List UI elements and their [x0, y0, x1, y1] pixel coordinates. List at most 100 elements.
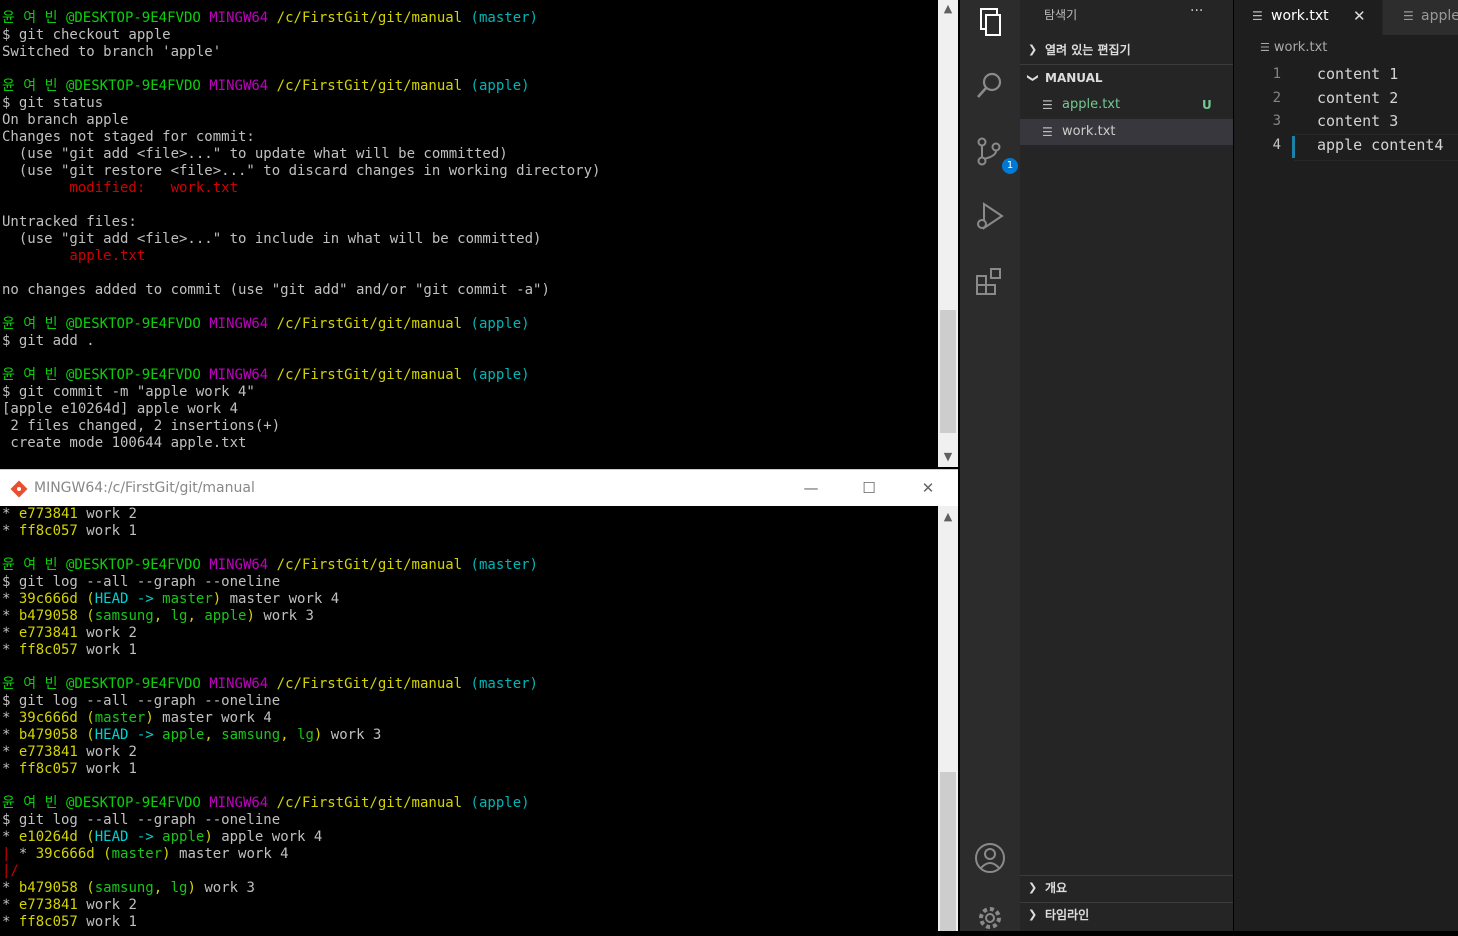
terminal-line: * e10264d (HEAD -> apple) apple work 4 [2, 829, 538, 846]
terminal-text: * [2, 710, 19, 726]
terminal-text: b479058 [18, 608, 78, 624]
extensions-icon[interactable] [972, 264, 1008, 300]
code-line: content 2 [1317, 88, 1399, 107]
terminal-line: | * 39c666d (master) master work 4 [2, 846, 538, 863]
minimize-button[interactable]: — [791, 476, 831, 500]
terminal-text: (master) [470, 676, 538, 692]
terminal-text: $ git status [2, 95, 104, 111]
scroll-up-icon[interactable]: ▲ [938, 508, 958, 525]
terminal-text: lg [297, 727, 314, 743]
terminal-text: * [2, 880, 19, 896]
terminal-line: 윤 여 빈 @DESKTOP-9E4FVDO MINGW64 /c/FirstG… [2, 367, 600, 384]
terminal-text: MINGW64 [209, 795, 277, 811]
terminal-text: @DESKTOP-9E4FVDO [65, 10, 210, 26]
explorer-icon[interactable] [972, 4, 1008, 40]
terminal-text: ff8c057 [18, 761, 78, 777]
open-editors-section[interactable]: ❯ 열려 있는 편집기 [1020, 38, 1233, 62]
chevron-right-icon: ❯ [1028, 881, 1038, 894]
top-terminal[interactable]: 윤 여 빈 @DESKTOP-9E4FVDO MINGW64 /c/FirstG… [0, 0, 938, 467]
terminal-text: * [2, 727, 19, 743]
file-item-apple[interactable]: ☰ apple.txt U [1020, 92, 1233, 118]
terminal-text: , [153, 608, 171, 624]
terminal-text: 윤 여 빈 [2, 78, 66, 94]
tab-apple-txt[interactable]: ☰ apple [1383, 0, 1458, 35]
file-lines-icon: ☰ [1403, 9, 1414, 23]
line-number: 2 [1272, 89, 1281, 106]
file-item-work[interactable]: ☰ work.txt [1020, 119, 1233, 145]
outline-section[interactable]: ❯ 개요 [1020, 876, 1233, 900]
manual-folder-section[interactable]: ❯ MANUAL [1020, 66, 1233, 90]
terminal-text: master [111, 846, 163, 862]
terminal-text: MINGW64 [209, 10, 277, 26]
terminal-text: ( [77, 880, 95, 896]
scm-badge: 1 [1002, 158, 1018, 174]
terminal-line: * b479058 (samsung, lg, apple) work 3 [2, 608, 538, 625]
terminal-text: work 3 [195, 880, 255, 896]
terminal-text: (use "git restore <file>..." to discard … [2, 163, 601, 179]
terminal-text: e773841 [18, 744, 78, 760]
close-button[interactable]: ✕ [908, 476, 948, 500]
terminal-text: (apple) [470, 78, 530, 94]
terminal-text: HEAD -> [94, 727, 163, 743]
terminal-text: * [2, 829, 19, 845]
terminal-line: * ff8c057 work 1 [2, 642, 538, 659]
terminal-text: 윤 여 빈 [2, 795, 66, 811]
terminal-text: @DESKTOP-9E4FVDO [65, 795, 210, 811]
editor-area: ☰ work.txt ✕ ☰ apple ☰ work.txt 1234 cont… [1234, 0, 1458, 931]
terminal-line: no changes added to commit (use "git add… [2, 282, 600, 299]
file-name: apple.txt [1062, 97, 1121, 112]
scroll-thumb[interactable] [940, 310, 956, 433]
terminal-text: * [2, 625, 19, 641]
terminal-line: $ git log --all --graph --oneline [2, 693, 538, 710]
terminal-text: apple [162, 727, 205, 743]
terminal-text: work 2 [77, 625, 137, 641]
terminal-line: * e773841 work 2 [2, 506, 538, 523]
code-content[interactable]: content 1 content 2 content 3 apple content… [1317, 63, 1443, 157]
window-title: MINGW64:/c/FirstGit/git/manual [34, 480, 255, 496]
terminal-text: work 1 [77, 761, 137, 777]
terminal-text: /c/FirstGit/git/manual [276, 557, 471, 573]
search-icon[interactable] [972, 68, 1008, 104]
bottom-terminal-scrollbar[interactable]: ▲ [938, 506, 958, 931]
file-status-untracked: U [1202, 98, 1212, 112]
terminal-line: [apple e10264d] apple work 4 [2, 401, 600, 418]
terminal-line: $ git commit -m "apple work 4" [2, 384, 600, 401]
terminal-text: lg [170, 880, 188, 896]
terminal-text: * [2, 591, 19, 607]
terminal-line: $ git add . [2, 333, 600, 350]
terminal-text: * [2, 608, 19, 624]
tab-bar: ☰ work.txt ✕ ☰ apple [1234, 0, 1458, 35]
code-line: apple content4 [1317, 135, 1444, 154]
terminal-text: $ git log --all --graph --oneline [2, 812, 281, 828]
more-actions-icon[interactable]: ··· [1190, 3, 1203, 19]
terminal-text: work 1 [77, 523, 137, 539]
source-control-button[interactable]: 1 [972, 134, 1018, 174]
close-tab-icon[interactable]: ✕ [1353, 0, 1366, 32]
terminal-line: 윤 여 빈 @DESKTOP-9E4FVDO MINGW64 /c/FirstG… [2, 316, 600, 333]
scroll-up-icon[interactable]: ▲ [938, 0, 958, 17]
code-line: content 3 [1317, 112, 1399, 130]
timeline-section[interactable]: ❯ 타임라인 [1020, 903, 1233, 927]
terminal-line: * b479058 (HEAD -> apple, samsung, lg) w… [2, 727, 538, 744]
breadcrumb[interactable]: ☰ work.txt [1260, 40, 1327, 55]
line-number: 1 [1272, 66, 1281, 82]
terminal-line: On branch apple [2, 112, 600, 129]
top-terminal-scrollbar[interactable]: ▲ ▼ [938, 0, 958, 467]
maximize-button[interactable]: ☐ [849, 476, 889, 500]
terminal-text: modified: work.txt [2, 180, 239, 196]
terminal-text: $ git log --all --graph --oneline [2, 574, 281, 590]
tab-work-txt[interactable]: ☰ work.txt ✕ [1234, 0, 1382, 35]
terminal-line: * e773841 work 2 [2, 744, 538, 761]
bottom-window-titlebar[interactable]: MINGW64:/c/FirstGit/git/manual — ☐ ✕ [0, 469, 958, 507]
scroll-thumb[interactable] [940, 772, 956, 931]
terminal-text: ff8c057 [18, 523, 78, 539]
chevron-down-icon: ❯ [1026, 73, 1040, 83]
terminal-text: ) [212, 591, 222, 607]
scroll-down-icon[interactable]: ▼ [938, 448, 958, 465]
run-debug-icon[interactable] [972, 198, 1008, 234]
account-icon[interactable] [972, 840, 1008, 876]
line-number: 4 [1272, 136, 1281, 153]
bottom-terminal[interactable]: * e773841 work 2 * ff8c057 work 1윤 여 빈 @D… [0, 506, 938, 931]
terminal-text: samsung [94, 880, 154, 896]
